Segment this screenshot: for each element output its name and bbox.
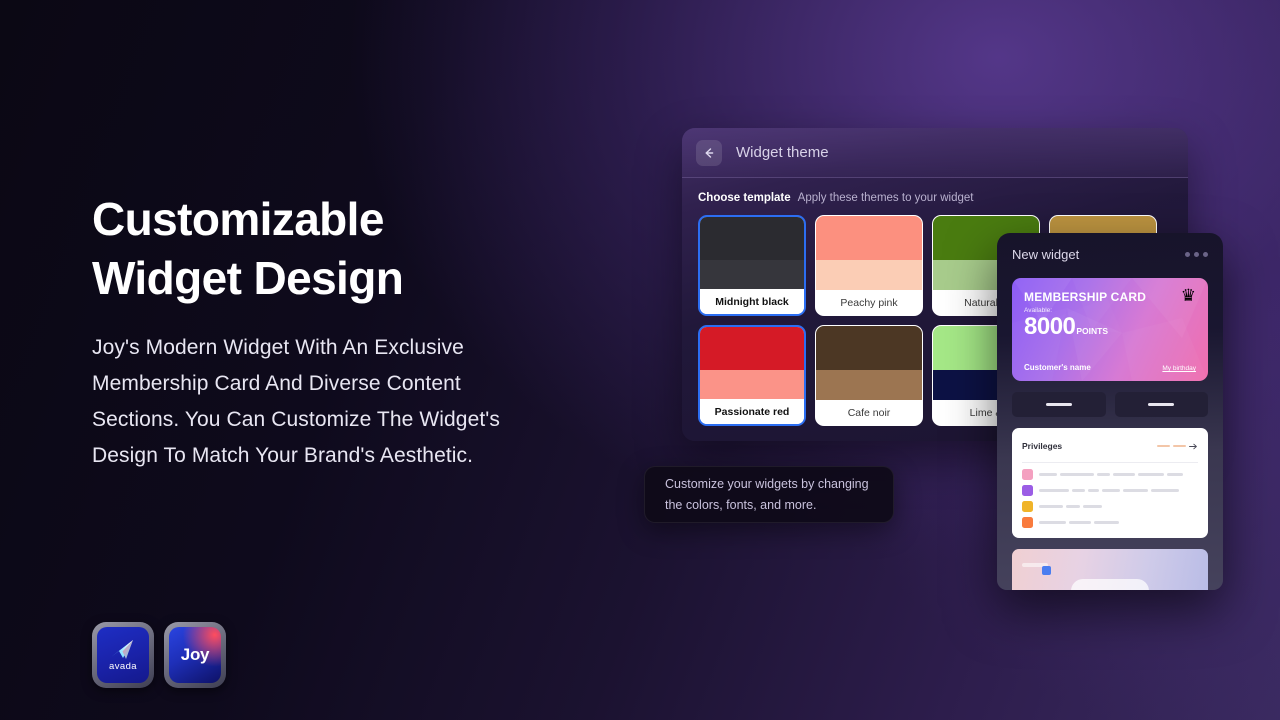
tooltip-text: Customize your widgets by changing the c… <box>665 477 869 512</box>
logo-avada[interactable]: avada <box>92 622 154 688</box>
crown-icon: ♛ <box>1180 286 1196 305</box>
logo-avada-label: avada <box>109 661 137 672</box>
swatch-color-primary <box>700 327 804 371</box>
template-swatch[interactable]: Passionate red <box>698 325 806 426</box>
widget-header: New widget <box>997 233 1223 275</box>
gift-box-icon <box>1022 517 1033 528</box>
tooltip-callout: Customize your widgets by changing the c… <box>644 466 894 523</box>
membership-card: MEMBERSHIP CARD ♛ Available: 8000 POINTS… <box>1012 278 1208 381</box>
privileges-title: Privileges <box>1022 441 1063 451</box>
swatch-color-secondary <box>700 370 804 399</box>
swatch-label: Midnight black <box>700 289 804 314</box>
swatch-color-primary <box>700 217 804 261</box>
hero-copy: Customizable Widget Design Joy's Modern … <box>92 190 612 474</box>
template-swatch[interactable]: Peachy pink <box>815 215 923 316</box>
brand-logos: avada Joy <box>92 622 226 688</box>
swatch-color-primary <box>816 216 922 261</box>
theme-panel-header: Widget theme <box>682 128 1188 178</box>
privilege-row[interactable] <box>1022 517 1198 528</box>
privileges-panel: Privileges <box>1012 428 1208 538</box>
logo-joy[interactable]: Joy <box>164 622 226 688</box>
privileges-more-link[interactable] <box>1157 437 1198 455</box>
privilege-placeholder-lines <box>1039 472 1183 477</box>
hero-description: Joy's Modern Widget With An Exclusive Me… <box>92 335 501 468</box>
more-dots-icon[interactable] <box>1185 251 1208 257</box>
swatch-color-secondary <box>700 260 804 289</box>
swatch-label: Peachy pink <box>816 290 922 315</box>
back-button[interactable] <box>696 139 722 166</box>
privilege-placeholder-lines <box>1039 520 1119 525</box>
choose-template-row: Choose template Apply these themes to yo… <box>682 178 1188 204</box>
privilege-row[interactable] <box>1022 501 1198 512</box>
badge-icon <box>1022 485 1033 496</box>
points-unit: POINTS <box>1076 326 1109 336</box>
arrow-left-icon <box>703 147 715 159</box>
customer-name: Customer's name <box>1024 363 1091 372</box>
choose-template-subtitle: Apply these themes to your widget <box>797 192 974 204</box>
logo-joy-label: Joy <box>180 645 210 664</box>
choose-template-label: Choose template <box>698 192 791 204</box>
placeholder-button-2[interactable] <box>1114 392 1208 417</box>
placeholder-button-1[interactable] <box>1012 392 1106 417</box>
theme-panel-title: Widget theme <box>736 144 829 161</box>
swatch-color-secondary <box>816 260 922 290</box>
swatch-color-secondary <box>816 370 922 400</box>
arrow-right-icon <box>1189 437 1198 455</box>
page-title: Customizable Widget Design <box>92 193 404 304</box>
privilege-row[interactable] <box>1022 485 1198 496</box>
gift-cart-icon <box>1022 469 1033 480</box>
widget-action-buttons <box>1012 392 1208 417</box>
template-swatch[interactable]: Cafe noir <box>815 325 923 426</box>
widget-bottom-panel <box>1012 549 1208 590</box>
membership-card-title: MEMBERSHIP CARD <box>1024 290 1147 304</box>
swatch-label: Passionate red <box>700 399 804 424</box>
avada-dart-icon <box>109 638 137 660</box>
privilege-placeholder-lines <box>1039 488 1179 493</box>
widget-preview: New widget MEMBERSHIP CARD ♛ Available: … <box>997 233 1223 590</box>
privilege-placeholder-lines <box>1039 504 1102 509</box>
widget-title: New widget <box>1012 246 1080 262</box>
birthday-link[interactable]: My birthday <box>1162 365 1196 372</box>
privilege-row[interactable] <box>1022 469 1198 480</box>
template-swatch[interactable]: Midnight black <box>698 215 806 316</box>
swatch-label: Cafe noir <box>816 400 922 425</box>
medal-icon <box>1022 501 1033 512</box>
points-value: 8000 <box>1024 313 1076 340</box>
swatch-color-primary <box>816 326 922 371</box>
